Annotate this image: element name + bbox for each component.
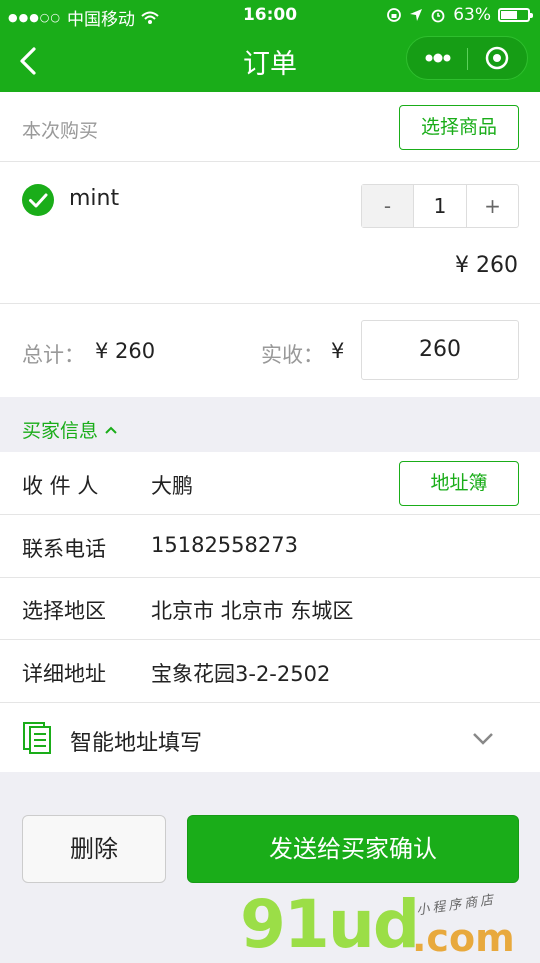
received-currency: ¥ <box>331 339 345 363</box>
divider <box>0 514 540 515</box>
address-input[interactable]: 宝象花园3-2-2502 <box>151 658 330 688</box>
divider <box>0 639 540 640</box>
watermark-brand: 91ud <box>240 886 420 963</box>
status-right: 63% <box>386 5 533 25</box>
send-to-buyer-button[interactable]: 发送给买家确认 <box>187 815 519 883</box>
purchase-section-label: 本次购买 <box>22 120 99 142</box>
capsule-menu <box>406 36 528 80</box>
more-dots-icon <box>425 53 451 63</box>
chevron-up-icon <box>105 426 117 434</box>
target-close-icon <box>485 46 509 70</box>
address-label: 详细地址 <box>22 662 106 686</box>
received-label: 实收： <box>261 343 324 367</box>
battery-percent: 63% <box>453 5 491 25</box>
buyer-info-toggle[interactable]: 买家信息 <box>22 416 118 443</box>
recipient-label: 收 件 人 <box>22 474 99 498</box>
watermark-suffix: .com <box>412 916 515 960</box>
rotation-lock-icon <box>387 8 402 22</box>
smart-address-row[interactable]: 智能地址填写 <box>0 703 540 772</box>
alarm-icon <box>431 9 445 23</box>
chevron-down-icon <box>473 733 493 745</box>
increase-button[interactable]: + <box>466 185 518 227</box>
received-amount-input[interactable]: 260 <box>361 320 519 380</box>
status-bar: ●●●○○ 中国移动 16:00 63% <box>0 0 540 30</box>
select-goods-button[interactable]: 选择商品 <box>399 105 519 150</box>
phone-input[interactable]: 15182558273 <box>151 533 298 557</box>
watermark-tagline: 小程序商店 <box>415 892 497 919</box>
quantity-value[interactable]: 1 <box>414 185 466 227</box>
decrease-button[interactable]: - <box>362 185 414 227</box>
delete-button[interactable]: 删除 <box>22 815 166 883</box>
close-miniprogram-button[interactable] <box>467 37 527 79</box>
address-book-button[interactable]: 地址簿 <box>399 461 519 506</box>
watermark-logo: 91ud .com 小程序商店 <box>240 886 540 963</box>
item-name: mint <box>69 186 120 211</box>
document-icon <box>23 722 51 754</box>
smart-address-label: 智能地址填写 <box>70 731 203 756</box>
buyer-info-label: 买家信息 <box>22 420 99 442</box>
nav-bar: 订单 <box>0 30 540 92</box>
battery-fill <box>501 11 517 19</box>
quantity-stepper: - 1 + <box>361 184 519 228</box>
recipient-input[interactable]: 大鹏 <box>151 470 193 500</box>
item-price: ¥ 260 <box>455 253 518 278</box>
divider <box>0 303 540 304</box>
divider <box>0 161 540 162</box>
location-icon <box>410 9 423 21</box>
region-label: 选择地区 <box>22 599 106 623</box>
total-label: 总计： <box>22 343 85 367</box>
total-value: ¥ 260 <box>95 339 156 363</box>
more-button[interactable] <box>407 37 467 79</box>
divider <box>0 577 540 578</box>
battery-icon <box>498 8 533 22</box>
region-selector[interactable]: 北京市 北京市 东城区 <box>151 595 353 625</box>
phone-label: 联系电话 <box>22 537 106 561</box>
check-circle-icon[interactable] <box>22 184 54 216</box>
